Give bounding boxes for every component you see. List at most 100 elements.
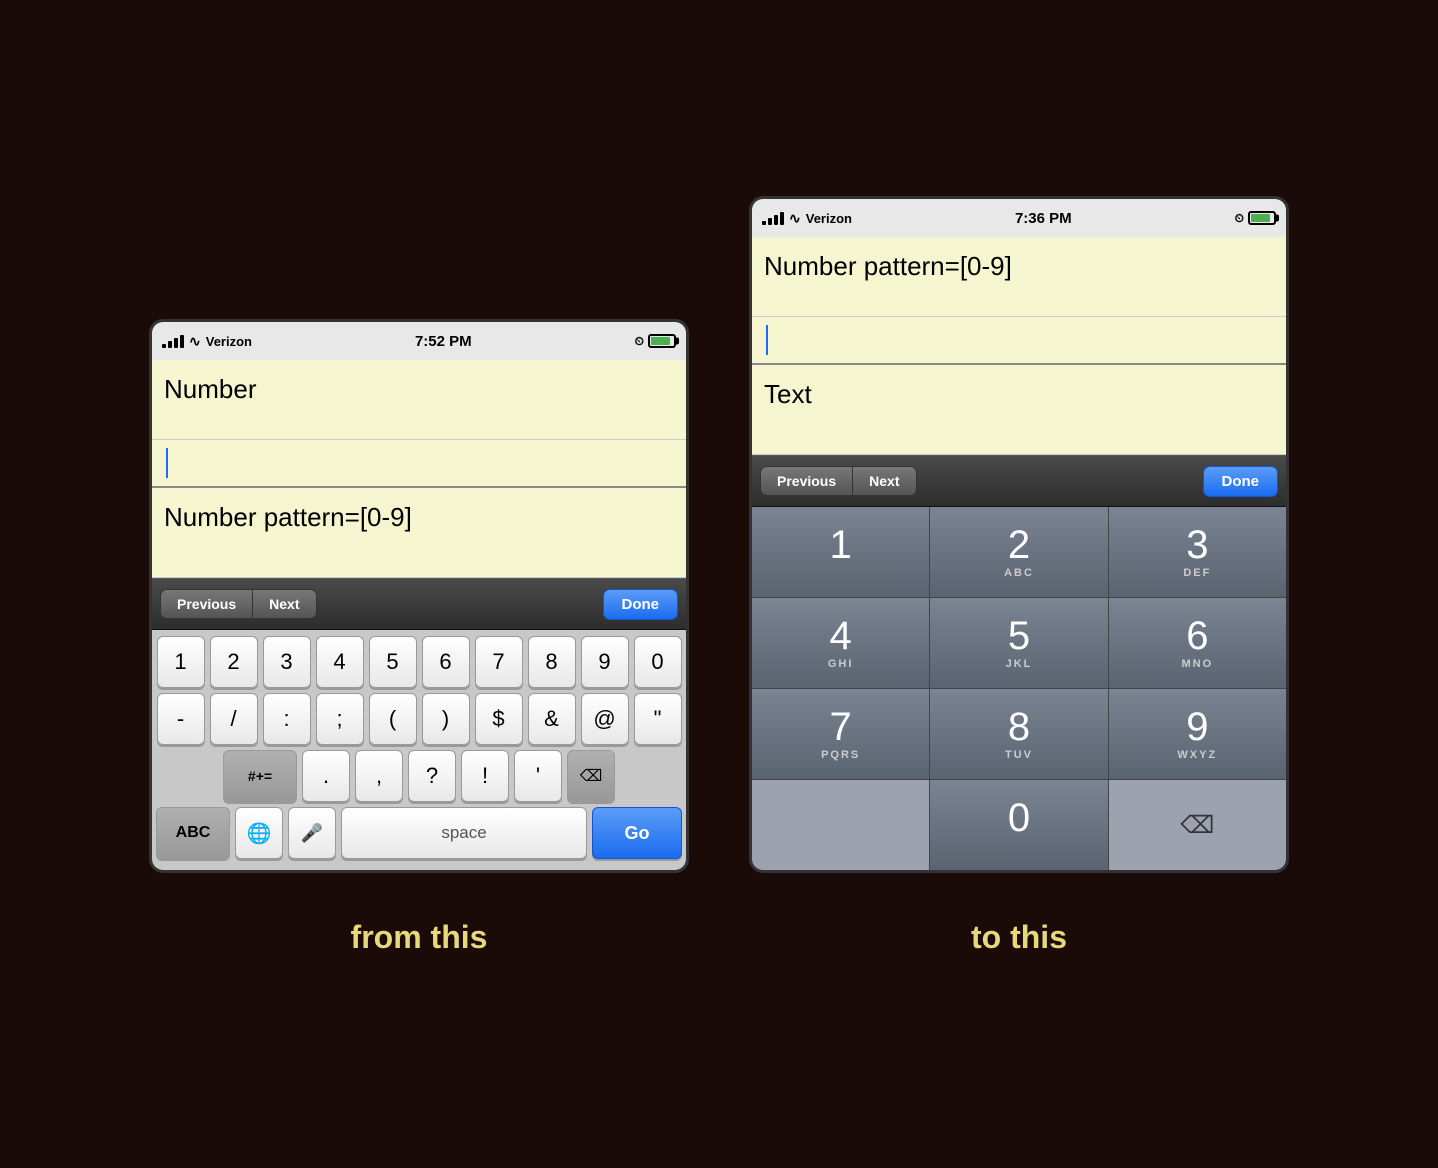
key-space[interactable]: space [341, 807, 587, 859]
keypad-0-num: 0 [1008, 798, 1030, 838]
right-keypad: 1 2 ABC 3 DEF 4 GHI [752, 507, 1286, 870]
right-keyboard-toolbar: Previous Next Done [752, 455, 1286, 507]
keypad-9-num: 9 [1186, 707, 1208, 747]
right-input-bottom[interactable]: Text [752, 365, 1286, 455]
keypad-delete[interactable]: ⌫ [1109, 780, 1286, 870]
key-quote[interactable]: " [634, 693, 682, 745]
key-dash[interactable]: - [157, 693, 205, 745]
key-question[interactable]: ? [408, 750, 456, 802]
left-status-bar: ∿ Verizon 7:52 PM ⏲ [152, 322, 686, 360]
left-done-button[interactable]: Done [603, 589, 679, 620]
key-amp[interactable]: & [528, 693, 576, 745]
keypad-6[interactable]: 6 MNO [1109, 598, 1286, 688]
left-input-bottom[interactable]: Number pattern=[0-9] [152, 488, 686, 578]
left-next-button[interactable]: Next [253, 590, 315, 618]
key-6[interactable]: 6 [422, 636, 470, 688]
left-cursor [166, 448, 168, 478]
keypad-5-letters: JKL [1006, 658, 1033, 670]
wifi-icon: ∿ [189, 333, 201, 350]
right-input-bottom-label: Text [764, 379, 812, 409]
key-4[interactable]: 4 [316, 636, 364, 688]
key-go[interactable]: Go [592, 807, 682, 859]
key-comma[interactable]: , [355, 750, 403, 802]
key-colon[interactable]: : [263, 693, 311, 745]
left-prev-button[interactable]: Previous [161, 590, 253, 618]
left-toolbar-nav: Previous Next [160, 589, 317, 619]
keypad-3-letters: DEF [1183, 567, 1211, 579]
alarm-icon: ⏲ [635, 334, 644, 349]
key-lparen[interactable]: ( [369, 693, 417, 745]
key-semicolon[interactable]: ; [316, 693, 364, 745]
right-toolbar-nav: Previous Next [760, 466, 917, 496]
keyboard-row-4: ABC 🌐 🎤 space Go [156, 807, 682, 859]
keypad-7[interactable]: 7 PQRS [752, 689, 929, 779]
keypad-3[interactable]: 3 DEF [1109, 507, 1286, 597]
left-input-top[interactable]: Number [152, 360, 686, 440]
keypad-empty [752, 780, 929, 870]
right-carrier: Verizon [806, 211, 852, 226]
keypad-9[interactable]: 9 WXYZ [1109, 689, 1286, 779]
keypad-7-letters: PQRS [821, 749, 860, 761]
right-status-right: ⏲ [1235, 211, 1276, 226]
key-0[interactable]: 0 [634, 636, 682, 688]
keypad-8-letters: TUV [1005, 749, 1033, 761]
key-apostrophe[interactable]: ' [514, 750, 562, 802]
right-input-top[interactable]: Number pattern=[0-9] [752, 237, 1286, 317]
key-exclaim[interactable]: ! [461, 750, 509, 802]
key-3[interactable]: 3 [263, 636, 311, 688]
key-2[interactable]: 2 [210, 636, 258, 688]
keypad-6-num: 6 [1186, 616, 1208, 656]
keypad-1-num: 1 [830, 525, 852, 565]
delete-icon: ⌫ [1180, 811, 1214, 840]
right-next-button[interactable]: Next [853, 467, 915, 495]
keyboard-row-1: 1 2 3 4 5 6 7 8 9 0 [156, 636, 682, 688]
key-pluseq[interactable]: #+= [223, 750, 297, 802]
right-input-top-label: Number pattern=[0-9] [764, 251, 1012, 281]
keypad-4-letters: GHI [828, 658, 854, 670]
battery-icon [648, 334, 676, 348]
key-8[interactable]: 8 [528, 636, 576, 688]
key-5[interactable]: 5 [369, 636, 417, 688]
key-9[interactable]: 9 [581, 636, 629, 688]
right-done-button[interactable]: Done [1203, 466, 1279, 497]
keypad-4[interactable]: 4 GHI [752, 598, 929, 688]
keypad-grid: 1 2 ABC 3 DEF 4 GHI [752, 507, 1286, 870]
keypad-3-num: 3 [1186, 525, 1208, 565]
keypad-0[interactable]: 0 [930, 780, 1107, 870]
left-phone-container: ∿ Verizon 7:52 PM ⏲ Number [149, 319, 689, 873]
left-carrier: Verizon [206, 334, 252, 349]
key-mic[interactable]: 🎤 [288, 807, 336, 859]
key-rparen[interactable]: ) [422, 693, 470, 745]
left-keyboard-toolbar: Previous Next Done [152, 578, 686, 630]
right-time: 7:36 PM [1015, 210, 1072, 227]
key-period[interactable]: . [302, 750, 350, 802]
right-wifi-icon: ∿ [789, 210, 801, 227]
right-caption: to this [749, 903, 1289, 972]
right-signal-bars-icon [762, 211, 784, 225]
right-prev-button[interactable]: Previous [761, 467, 853, 495]
keypad-1[interactable]: 1 [752, 507, 929, 597]
keypad-2[interactable]: 2 ABC [930, 507, 1107, 597]
keypad-8-num: 8 [1008, 707, 1030, 747]
keypad-8[interactable]: 8 TUV [930, 689, 1107, 779]
key-at[interactable]: @ [581, 693, 629, 745]
left-cursor-row [152, 440, 686, 488]
key-globe[interactable]: 🌐 [235, 807, 283, 859]
key-slash[interactable]: / [210, 693, 258, 745]
key-abc[interactable]: ABC [156, 807, 230, 859]
right-cursor [766, 325, 768, 355]
keypad-6-letters: MNO [1181, 658, 1213, 670]
right-status-left: ∿ Verizon [762, 210, 852, 227]
key-1[interactable]: 1 [157, 636, 205, 688]
key-dollar[interactable]: $ [475, 693, 523, 745]
left-status-right: ⏲ [635, 334, 676, 349]
right-status-bar: ∿ Verizon 7:36 PM ⏲ [752, 199, 1286, 237]
keypad-2-num: 2 [1008, 525, 1030, 565]
keypad-5[interactable]: 5 JKL [930, 598, 1107, 688]
keyboard-row-2: - / : ; ( ) $ & @ " [156, 693, 682, 745]
left-status-left: ∿ Verizon [162, 333, 252, 350]
key-7[interactable]: 7 [475, 636, 523, 688]
keypad-5-num: 5 [1008, 616, 1030, 656]
key-backspace[interactable]: ⌫ [567, 750, 615, 802]
keypad-9-letters: WXYZ [1177, 749, 1217, 761]
